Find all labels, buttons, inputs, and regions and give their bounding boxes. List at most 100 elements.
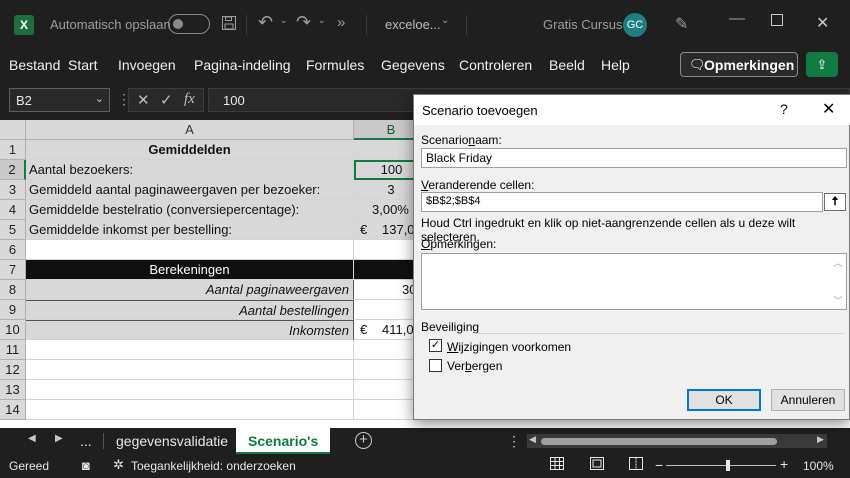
row-header-3[interactable]: 3 [0, 180, 26, 200]
chevron-down-icon[interactable]: ⌄ [95, 92, 104, 105]
insert-function-icon[interactable]: fx [184, 91, 195, 108]
cancel-entry-icon[interactable]: ✕ [137, 91, 150, 109]
cell-a1[interactable]: Gemiddelden [26, 140, 354, 160]
comments-scrollbar[interactable]: ︿ ﹀ [832, 256, 844, 307]
cell-a12[interactable] [26, 360, 354, 380]
row-header-5[interactable]: 5 [0, 220, 26, 240]
cell-a10[interactable]: Inkomsten [26, 320, 354, 340]
scroll-tabs-right-icon[interactable]: ▶ [55, 433, 63, 444]
share-button[interactable]: ⇪ [806, 52, 838, 77]
menu-start[interactable]: Start [68, 57, 98, 73]
cell-a2[interactable]: Aantal bezoekers: [26, 160, 354, 180]
cell-a6[interactable] [26, 240, 354, 260]
changing-cells-input[interactable]: $B$2;$B$4 [421, 192, 823, 212]
save-icon[interactable] [221, 15, 237, 35]
close-icon[interactable]: ✕ [822, 99, 835, 119]
collapse-dialog-icon[interactable]: 🠅 [824, 193, 846, 211]
scroll-up-icon[interactable]: ︿ [832, 256, 844, 269]
tabs-splitter-icon[interactable]: ⋮ [507, 433, 521, 450]
pen-icon[interactable]: ✎ [675, 14, 688, 34]
menu-gegevens[interactable]: Gegevens [381, 57, 445, 73]
tab-scenarios[interactable]: Scenario's [236, 428, 331, 454]
cell-a13[interactable] [26, 380, 354, 400]
page-layout-view-icon[interactable] [590, 457, 604, 473]
hide-label[interactable]: Verbergen [447, 359, 502, 373]
hide-checkbox[interactable] [429, 359, 442, 372]
ok-button[interactable]: OK [687, 389, 761, 411]
normal-view-icon[interactable] [550, 457, 564, 473]
close-icon[interactable]: ✕ [816, 13, 829, 33]
row-header-11[interactable]: 11 [0, 340, 26, 360]
tab-gegevensvalidatie[interactable]: gegevensvalidatie [104, 428, 240, 454]
add-sheet-icon[interactable]: + [355, 432, 372, 449]
scroll-tabs-left-icon[interactable]: ◀ [28, 433, 36, 444]
row-header-14[interactable]: 14 [0, 400, 26, 420]
undo-dropdown-chevron-icon[interactable]: ⌄ [280, 15, 288, 26]
row-header-9[interactable]: 9 [0, 300, 26, 320]
help-icon[interactable]: ? [780, 101, 788, 117]
file-name[interactable]: exceloe... [385, 17, 441, 32]
zoom-slider[interactable] [666, 465, 776, 466]
redo-icon[interactable]: ↷ [296, 12, 311, 33]
cell-a5[interactable]: Gemiddelde inkomst per bestelling: [26, 220, 354, 240]
menu-controleren[interactable]: Controleren [459, 57, 532, 73]
undo-icon[interactable]: ↶ [258, 12, 273, 33]
row-header-2[interactable]: 2 [0, 160, 26, 180]
accessibility-icon[interactable]: ✲ [113, 457, 124, 473]
zoom-level[interactable]: 100% [803, 459, 834, 473]
select-all-corner[interactable] [0, 120, 26, 140]
name-box[interactable]: B2 ⌄ [9, 88, 110, 112]
excel-logo-icon: X [14, 15, 34, 35]
row-header-12[interactable]: 12 [0, 360, 26, 380]
zoom-in-icon[interactable]: + [780, 456, 788, 472]
menu-beeld[interactable]: Beeld [549, 57, 585, 73]
protection-group-label: Beveiliging [421, 320, 480, 334]
avatar[interactable]: GC [623, 13, 647, 37]
scroll-down-icon[interactable]: ﹀ [832, 294, 844, 307]
cancel-button[interactable]: Annuleren [771, 389, 845, 411]
cell-a9[interactable]: Aantal bestellingen [26, 300, 354, 320]
comments-textarea[interactable]: ︿ ﹀ [421, 253, 847, 310]
menu-invoegen[interactable]: Invoegen [118, 57, 176, 73]
cell-a4[interactable]: Gemiddelde bestelratio (conversiepercent… [26, 200, 354, 220]
scroll-left-icon[interactable]: ◀ [529, 434, 536, 445]
maximize-icon[interactable] [771, 13, 783, 30]
macro-record-icon[interactable]: ◙ [82, 458, 90, 473]
cell-a8[interactable]: Aantal paginaweergaven [26, 280, 354, 300]
row-header-8[interactable]: 8 [0, 280, 26, 300]
filename-chevron-icon[interactable]: ⌄ [441, 15, 449, 26]
cell-a11[interactable] [26, 340, 354, 360]
row-header-4[interactable]: 4 [0, 200, 26, 220]
row-header-1[interactable]: 1 [0, 140, 26, 160]
scenario-name-input[interactable]: Black Friday [421, 148, 847, 168]
accessibility-status[interactable]: Toegankelijkheid: onderzoeken [131, 459, 296, 473]
row-header-6[interactable]: 6 [0, 240, 26, 260]
prevent-changes-checkbox[interactable]: ✓ [429, 339, 442, 352]
menu-pagina-indeling[interactable]: Pagina-indeling [194, 57, 291, 73]
minimize-icon[interactable]: — [729, 10, 745, 28]
menu-bestand[interactable]: Bestand [9, 57, 60, 73]
row-header-13[interactable]: 13 [0, 380, 26, 400]
menu-formules[interactable]: Formules [306, 57, 364, 73]
scroll-right-icon[interactable]: ▶ [817, 434, 824, 445]
cell-a14[interactable] [26, 400, 354, 420]
menu-help[interactable]: Help [601, 57, 630, 73]
prevent-changes-label[interactable]: Wijzigingen voorkomen [447, 340, 571, 354]
horizontal-scrollbar[interactable]: ◀ ▶ [527, 434, 827, 448]
confirm-entry-icon[interactable]: ✓ [160, 91, 173, 109]
scrollbar-thumb[interactable] [541, 438, 777, 445]
column-header-a[interactable]: A [26, 120, 354, 140]
more-commands-icon[interactable]: » [337, 14, 345, 31]
cell-a3[interactable]: Gemiddeld aantal paginaweergaven per bez… [26, 180, 354, 200]
row-header-10[interactable]: 10 [0, 320, 26, 340]
page-break-view-icon[interactable] [629, 457, 643, 473]
more-sheets-button[interactable]: ... [80, 433, 92, 449]
cell-a7[interactable]: Berekeningen [26, 260, 354, 280]
zoom-slider-thumb[interactable] [726, 460, 730, 471]
add-scenario-dialog: Scenario toevoegen ? ✕ Scenarionaam: Bla… [413, 94, 850, 420]
comments-button[interactable]: 🗨 Opmerkingen [680, 52, 798, 77]
row-header-7[interactable]: 7 [0, 260, 26, 280]
redo-dropdown-chevron-icon[interactable]: ⌄ [318, 15, 326, 26]
autosave-toggle[interactable] [168, 14, 210, 34]
zoom-out-icon[interactable]: − [655, 457, 663, 473]
